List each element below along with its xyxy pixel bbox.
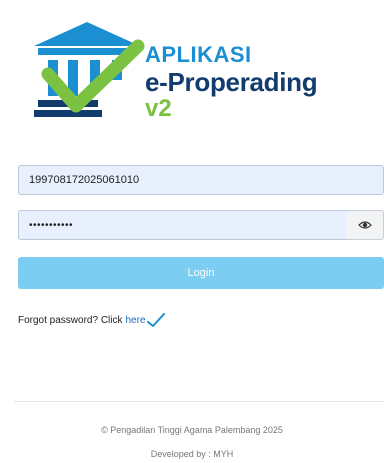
eye-icon <box>358 221 372 229</box>
password-group: ••••••••••• <box>18 210 384 240</box>
courthouse-check-icon <box>34 22 145 117</box>
username-field[interactable]: 199708172025061010 <box>18 165 384 195</box>
footer-copyright: © Pengadilan Tinggi Agama Palembang 2025 <box>101 425 283 435</box>
footer-divider <box>14 401 384 402</box>
login-button-label: Login <box>187 267 215 279</box>
username-value: 199708172025061010 <box>29 174 140 186</box>
app-title-line1: APLIKASI <box>145 42 252 67</box>
forgot-password-text: Forgot password? Click <box>18 314 123 326</box>
app-logo: APLIKASI e-Properading v2 <box>28 10 348 130</box>
show-password-button[interactable] <box>347 210 384 240</box>
app-title-line2: e-Properading <box>145 67 318 97</box>
forgot-password-link[interactable]: here <box>125 315 145 326</box>
password-value: ••••••••••• <box>29 219 74 231</box>
forgot-password: Forgot password? Click here <box>18 313 165 327</box>
checkmark-icon <box>146 313 165 327</box>
password-field[interactable]: ••••••••••• <box>18 210 348 240</box>
footer-developer: Developed by : MYH <box>150 449 234 459</box>
login-button[interactable]: Login <box>18 257 384 289</box>
app-version: v2 <box>145 95 172 122</box>
app-title: APLIKASI e-Properading v2 <box>145 42 318 122</box>
